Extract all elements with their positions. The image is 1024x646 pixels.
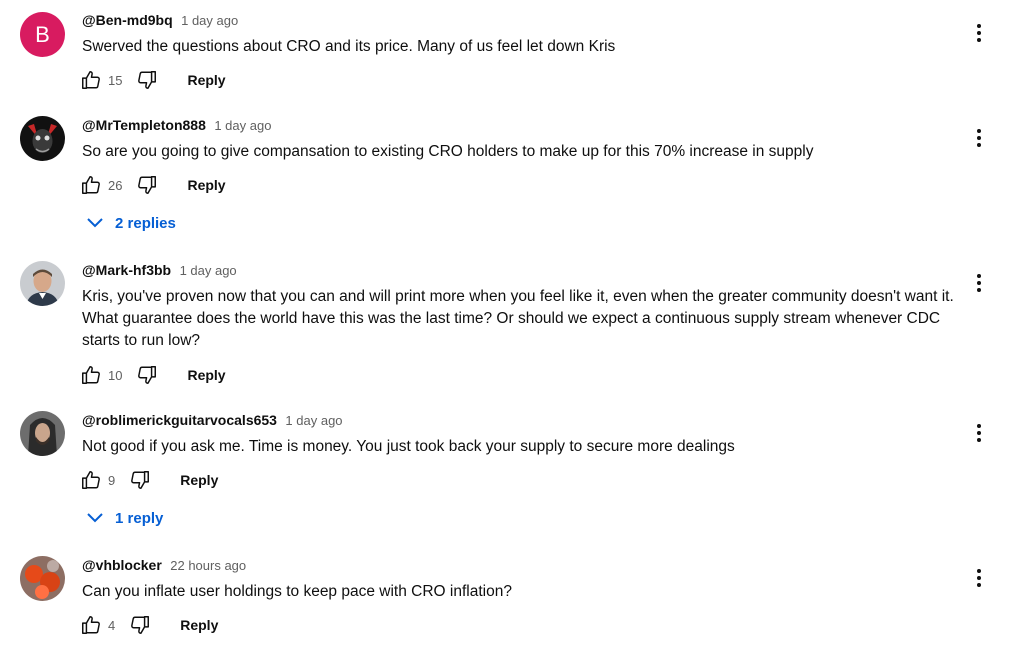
comment-time[interactable]: 1 day ago — [214, 118, 271, 133]
dislike-button[interactable] — [129, 614, 151, 636]
avatar[interactable] — [20, 116, 65, 161]
comment-text: Can you inflate user holdings to keep pa… — [82, 583, 512, 600]
thumb-up-icon — [82, 71, 100, 89]
dislike-button[interactable] — [129, 469, 151, 491]
comment-author[interactable]: @MrTempleton888 — [82, 117, 206, 133]
thumb-down-icon — [131, 616, 150, 634]
comment-actions: 26 Reply — [80, 173, 226, 197]
chevron-down-icon — [87, 218, 103, 228]
avatar[interactable] — [20, 261, 65, 306]
comment-text: So are you going to give compansation to… — [82, 143, 814, 160]
thumb-up-icon — [82, 366, 100, 384]
reply-button[interactable]: Reply — [187, 72, 225, 88]
view-replies-button[interactable]: 1 reply — [86, 506, 163, 530]
comment-header: @vhblocker 22 hours ago — [82, 557, 246, 577]
comment-header: @MrTempleton888 1 day ago — [82, 117, 271, 137]
chevron-down-icon — [87, 513, 103, 523]
thumb-up-icon — [82, 471, 100, 489]
like-count: 26 — [108, 177, 123, 193]
comment-time[interactable]: 1 day ago — [285, 413, 342, 428]
avatar-letter: B — [35, 21, 50, 47]
comment-actions: 9 Reply — [80, 468, 218, 492]
like-count: 4 — [108, 617, 116, 633]
comment-header: @Mark-hf3bb 1 day ago — [82, 262, 237, 282]
more-vert-icon — [977, 424, 981, 442]
comment-text: Kris, you've proven now that you can and… — [82, 286, 962, 352]
comment-time[interactable]: 1 day ago — [181, 13, 238, 28]
comment-menu-button[interactable] — [970, 21, 988, 45]
comment-text: Not good if you ask me. Time is money. Y… — [82, 438, 735, 455]
comment-author[interactable]: @vhblocker — [82, 557, 162, 573]
comment-actions: 10 Reply — [80, 363, 226, 387]
comment-author[interactable]: @Ben-md9bq — [82, 12, 173, 28]
replies-label: 2 replies — [115, 214, 176, 232]
comment-menu-button[interactable] — [970, 566, 988, 590]
like-button[interactable] — [80, 614, 102, 636]
like-count: 15 — [108, 72, 123, 88]
comment-text: Swerved the questions about CRO and its … — [82, 38, 616, 55]
comment-actions: 4 Reply — [80, 613, 218, 637]
comment-author[interactable]: @Mark-hf3bb — [82, 262, 171, 278]
comment-author[interactable]: @roblimerickguitarvocals653 — [82, 412, 277, 428]
avatar[interactable] — [20, 556, 65, 601]
comment-menu-button[interactable] — [970, 126, 988, 150]
more-vert-icon — [977, 569, 981, 587]
comment-time[interactable]: 22 hours ago — [170, 558, 246, 573]
dislike-button[interactable] — [136, 174, 158, 196]
avatar[interactable]: B — [20, 12, 65, 57]
comment-text-line: Kris, you've proven now that you can and… — [82, 288, 954, 305]
thumb-up-icon — [82, 616, 100, 634]
like-button[interactable] — [80, 174, 102, 196]
dislike-button[interactable] — [136, 364, 158, 386]
more-vert-icon — [977, 274, 981, 292]
comment-menu-button[interactable] — [970, 271, 988, 295]
comment-actions: 15 Reply — [80, 68, 226, 92]
reply-button[interactable]: Reply — [187, 177, 225, 193]
like-button[interactable] — [80, 469, 102, 491]
avatar[interactable] — [20, 411, 65, 456]
view-replies-button[interactable]: 2 replies — [86, 211, 176, 235]
like-count: 10 — [108, 367, 123, 383]
thumb-down-icon — [131, 471, 150, 489]
reply-button[interactable]: Reply — [187, 367, 225, 383]
comment-menu-button[interactable] — [970, 421, 988, 445]
like-button[interactable] — [80, 364, 102, 386]
comment-text-line: starts to run low? — [82, 332, 201, 349]
thumb-up-icon — [82, 176, 100, 194]
comment-time[interactable]: 1 day ago — [180, 263, 237, 278]
more-vert-icon — [977, 129, 981, 147]
dislike-button[interactable] — [136, 69, 158, 91]
more-vert-icon — [977, 24, 981, 42]
avatar-image — [20, 116, 65, 161]
avatar-image — [20, 261, 65, 306]
comment-text-line: What guarantee does the world have this … — [82, 310, 941, 327]
replies-label: 1 reply — [115, 509, 164, 527]
comment-header: @roblimerickguitarvocals653 1 day ago — [82, 412, 343, 432]
like-count: 9 — [108, 472, 116, 488]
thumb-down-icon — [138, 176, 157, 194]
reply-button[interactable]: Reply — [180, 617, 218, 633]
avatar-image — [20, 556, 65, 601]
avatar-image — [20, 411, 65, 456]
thumb-down-icon — [138, 71, 157, 89]
thumb-down-icon — [138, 366, 157, 384]
like-button[interactable] — [80, 69, 102, 91]
comment-header: @Ben-md9bq 1 day ago — [82, 12, 238, 32]
reply-button[interactable]: Reply — [180, 472, 218, 488]
